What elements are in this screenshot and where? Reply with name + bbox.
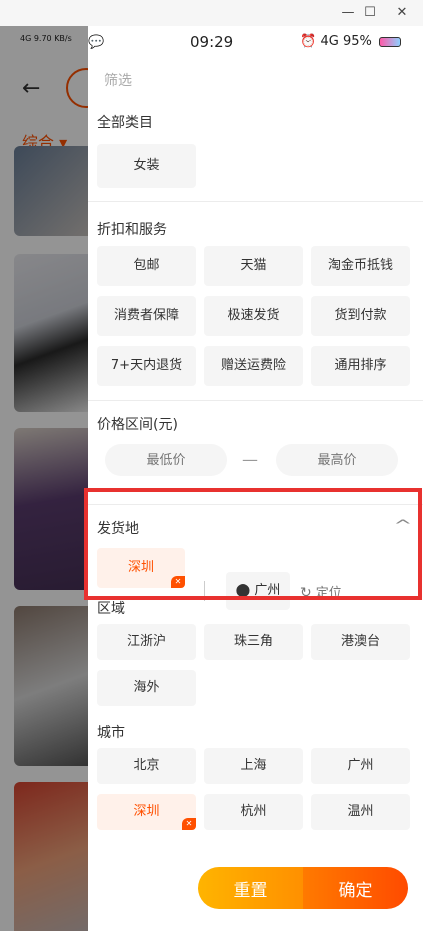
- battery-icon: [379, 36, 401, 47]
- service-chip[interactable]: 货到付款: [311, 296, 410, 336]
- current-location-label: 广州: [254, 583, 281, 598]
- maximize-icon[interactable]: ☐: [359, 2, 381, 24]
- service-chip[interactable]: 天猫: [204, 246, 303, 286]
- ship-from-selected-label: 深圳: [127, 560, 154, 575]
- status-time: 09:29: [190, 33, 234, 51]
- location-pin-icon: ⬤: [235, 583, 251, 598]
- region-chip[interactable]: 海外: [97, 670, 196, 706]
- service-chip[interactable]: 通用排序: [311, 346, 410, 386]
- city-title: 城市: [97, 725, 125, 741]
- city-chip[interactable]: 上海: [204, 748, 303, 784]
- divider: [88, 201, 423, 202]
- service-chip[interactable]: 消费者保障: [97, 296, 196, 336]
- city-chip[interactable]: 北京: [97, 748, 196, 784]
- divider: [88, 400, 423, 401]
- overlay-dim[interactable]: [0, 26, 88, 931]
- reset-button[interactable]: 重置: [198, 867, 303, 909]
- service-chip[interactable]: 7+天内退货: [97, 346, 196, 386]
- region-chip[interactable]: 珠三角: [204, 624, 303, 660]
- city-chip[interactable]: 温州: [311, 794, 410, 830]
- locate-button[interactable]: ↻ 定位: [300, 582, 342, 601]
- battery-percent: 95%: [342, 34, 372, 49]
- service-chip[interactable]: 极速发货: [204, 296, 303, 336]
- service-chip[interactable]: 赠送运费险: [204, 346, 303, 386]
- alarm-icon: ⏰: [300, 34, 317, 49]
- max-price-input[interactable]: [276, 444, 398, 476]
- confirm-button[interactable]: 确定: [303, 867, 408, 909]
- min-price-input[interactable]: [105, 444, 227, 476]
- category-title: 全部类目: [97, 115, 153, 131]
- price-title: 价格区间(元): [97, 417, 178, 433]
- service-chip[interactable]: 淘金币抵钱: [311, 246, 410, 286]
- remove-icon[interactable]: ✕: [171, 576, 185, 588]
- region-title: 区域: [97, 601, 125, 617]
- city-chip[interactable]: 广州: [311, 748, 410, 784]
- region-chip[interactable]: 港澳台: [311, 624, 410, 660]
- service-chip[interactable]: 包邮: [97, 246, 196, 286]
- divider: [88, 504, 423, 505]
- price-separator: —: [242, 450, 258, 469]
- filter-panel: 💬 09:29 ⏰ 4G 95% 筛选 全部类目 女装 折扣和服务 包邮 天猫 …: [88, 26, 423, 931]
- close-icon[interactable]: ✕: [391, 2, 413, 24]
- region-chip[interactable]: 江浙沪: [97, 624, 196, 660]
- panel-title: 筛选: [104, 73, 132, 89]
- refresh-icon: ↻: [300, 585, 312, 601]
- remove-icon[interactable]: ✕: [182, 818, 196, 830]
- status-bar: 💬 09:29 ⏰ 4G 95%: [88, 26, 423, 60]
- city-chip[interactable]: 杭州: [204, 794, 303, 830]
- action-buttons: 重置 确定: [198, 867, 408, 909]
- city-selected-label: 深圳: [133, 804, 160, 819]
- ship-from-title: 发货地: [97, 521, 139, 537]
- current-location-chip[interactable]: ⬤ 广州: [226, 572, 290, 610]
- city-chip-selected[interactable]: 深圳 ✕: [97, 794, 196, 830]
- chat-icon: 💬: [88, 35, 105, 50]
- category-chip-women[interactable]: 女装: [97, 144, 196, 188]
- ship-from-selected-chip[interactable]: 深圳 ✕: [97, 548, 185, 588]
- locate-label: 定位: [315, 586, 342, 601]
- minimize-icon[interactable]: —: [337, 2, 359, 24]
- status-right-group: ⏰ 4G 95%: [300, 34, 401, 49]
- chevron-up-icon[interactable]: ^: [394, 518, 413, 534]
- separator: [204, 581, 205, 601]
- network-label: 4G: [320, 34, 339, 49]
- window-title-bar: — ☐ ✕: [0, 0, 423, 26]
- discount-title: 折扣和服务: [97, 222, 167, 238]
